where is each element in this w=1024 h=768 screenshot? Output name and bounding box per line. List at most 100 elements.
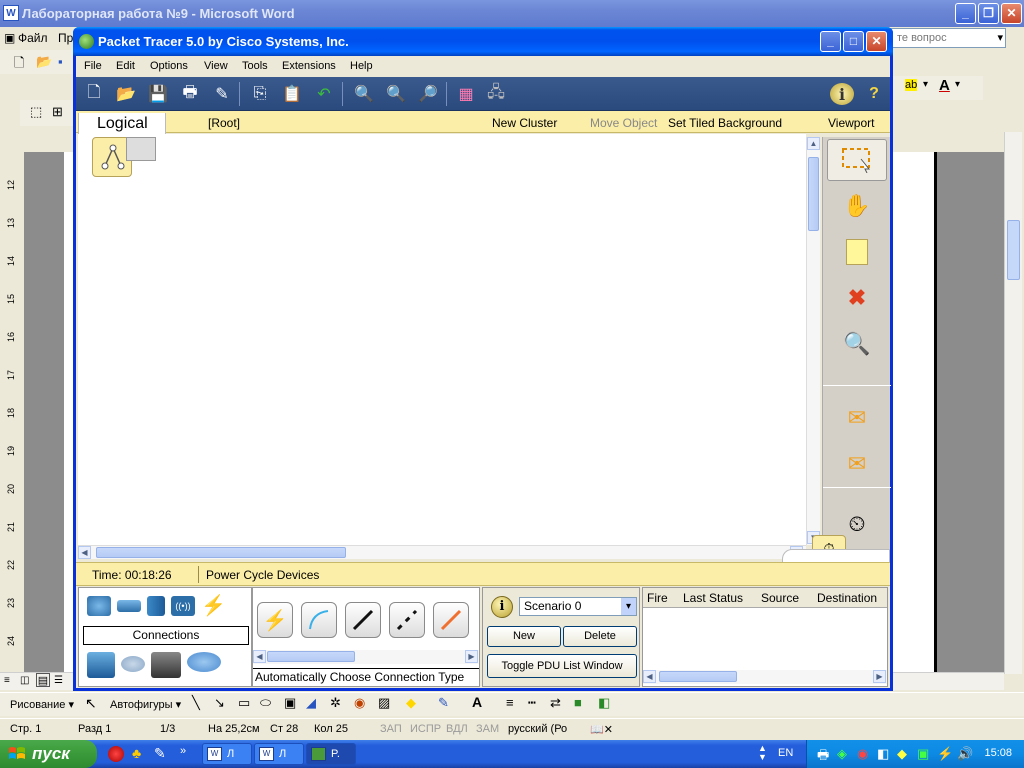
- highlight-icon[interactable]: ab: [905, 79, 918, 91]
- tray-icon[interactable]: ◉: [857, 746, 868, 762]
- device-scroll-thumb[interactable]: [267, 651, 355, 662]
- printer-tray-icon[interactable]: 🖶: [817, 746, 829, 768]
- rectangle-icon[interactable]: ▭: [238, 695, 250, 711]
- custom-device-icon[interactable]: 🖧: [484, 83, 508, 105]
- drawing-menu[interactable]: Рисование ▾: [10, 698, 74, 711]
- word-menu-edit[interactable]: Пр: [58, 31, 73, 45]
- taskbar-button-word1[interactable]: WЛ: [202, 743, 252, 765]
- autoshapes-menu[interactable]: Автофигуры ▾: [110, 698, 181, 711]
- canvas-horizontal-scrollbar[interactable]: ◀ ▶: [78, 545, 806, 559]
- pdu-list-scrollbar[interactable]: ◀ ▶: [643, 670, 887, 684]
- arrow-style-icon[interactable]: ⇄: [550, 695, 561, 711]
- wordart-icon[interactable]: ◢: [306, 695, 316, 711]
- line-icon[interactable]: ╲: [192, 695, 200, 711]
- oval-icon[interactable]: ⬭: [260, 695, 271, 711]
- end-devices-icon[interactable]: [87, 652, 115, 678]
- taskbar-button-word2[interactable]: WЛ: [254, 743, 304, 765]
- device-scroll-left-arrow[interactable]: ◀: [253, 650, 266, 663]
- grid-icon[interactable]: ⊞: [52, 104, 63, 120]
- canvas-vscroll-thumb[interactable]: [808, 157, 819, 231]
- scroll-up-arrow[interactable]: ▲: [807, 137, 820, 150]
- device-scroll-right-arrow[interactable]: ▶: [465, 650, 478, 663]
- word-vertical-scrollbar[interactable]: [1004, 132, 1022, 674]
- new-file-icon[interactable]: 🗋: [82, 83, 106, 105]
- word-menu-file[interactable]: Файл: [18, 31, 48, 45]
- pt-menu-options[interactable]: Options: [150, 60, 188, 72]
- taskbar-button-packet-tracer[interactable]: P.: [306, 743, 356, 765]
- delete-scenario-button[interactable]: Delete: [563, 626, 637, 647]
- new-cluster-button[interactable]: New Cluster: [492, 116, 557, 130]
- save-file-icon[interactable]: 💾: [146, 83, 170, 105]
- select-tool-icon[interactable]: [827, 139, 887, 181]
- pdu-col-source[interactable]: Source: [761, 591, 799, 605]
- activity-wizard-icon[interactable]: ✎: [210, 83, 234, 105]
- tray-icon[interactable]: ◈: [837, 746, 847, 762]
- textbox-icon[interactable]: ▣: [284, 695, 296, 711]
- tiled-background-button[interactable]: Set Tiled Background: [668, 116, 782, 130]
- status-ovr[interactable]: ЗАМ: [476, 723, 499, 735]
- help-icon[interactable]: ?: [862, 83, 886, 105]
- move-layout-tool-icon[interactable]: ✋: [827, 185, 887, 227]
- zoom-reset-icon[interactable]: 🔍: [384, 83, 408, 105]
- status-rec[interactable]: ЗАП: [380, 723, 402, 735]
- pt-menu-tools[interactable]: Tools: [242, 60, 268, 72]
- pt-menu-edit[interactable]: Edit: [116, 60, 135, 72]
- outline-view-icon[interactable]: ☰: [54, 675, 63, 686]
- delete-tool-icon[interactable]: ✖: [827, 277, 887, 319]
- move-object-button[interactable]: Move Object: [590, 116, 657, 130]
- multiuser-connection-icon[interactable]: [187, 652, 221, 672]
- line-color-icon[interactable]: ✎: [438, 695, 449, 711]
- fiber-cable-icon[interactable]: [433, 602, 469, 638]
- quicklaunch-icon[interactable]: ♣: [132, 745, 141, 761]
- info-icon[interactable]: i: [830, 83, 854, 105]
- select-objects-icon[interactable]: ⬚: [30, 104, 42, 120]
- word-close-button[interactable]: ✕: [1001, 3, 1022, 24]
- 3d-icon[interactable]: ◧: [598, 695, 610, 711]
- paste-icon[interactable]: 📋: [280, 83, 304, 105]
- language-indicator[interactable]: EN: [778, 747, 793, 759]
- power-cycle-button[interactable]: Power Cycle Devices: [206, 568, 319, 582]
- word-minimize-button[interactable]: _: [955, 3, 976, 24]
- wan-emulation-icon[interactable]: [121, 656, 145, 672]
- tray-icon[interactable]: ◧: [877, 746, 889, 762]
- quicklaunch-more-icon[interactable]: »: [180, 745, 186, 757]
- switches-icon[interactable]: [117, 600, 141, 612]
- pdu-scroll-right-arrow[interactable]: ▶: [873, 670, 886, 683]
- pdu-scroll-left-arrow[interactable]: ◀: [643, 670, 656, 683]
- copy-icon[interactable]: ⎘: [248, 83, 272, 105]
- pt-menu-file[interactable]: File: [84, 60, 102, 72]
- quicklaunch-icon[interactable]: ✎: [154, 745, 166, 762]
- taskbar-scroll-icon[interactable]: ▲ ▼: [758, 744, 767, 762]
- zoom-in-icon[interactable]: 🔍: [352, 83, 376, 105]
- add-simple-pdu-icon[interactable]: ✉: [827, 397, 887, 439]
- tray-icon[interactable]: ◆: [897, 746, 907, 762]
- device-list-scrollbar[interactable]: ◀ ▶: [253, 650, 479, 664]
- pt-menu-view[interactable]: View: [204, 60, 228, 72]
- word-help-search[interactable]: те вопрос: [890, 28, 1006, 48]
- line-style-icon[interactable]: ≡: [506, 695, 514, 710]
- new-scenario-button[interactable]: New: [487, 626, 561, 647]
- shadow-icon[interactable]: ■: [574, 695, 582, 710]
- draw-font-color-icon[interactable]: A: [472, 694, 482, 710]
- pt-minimize-button[interactable]: _: [820, 31, 841, 52]
- pt-close-button[interactable]: ✕: [866, 31, 887, 52]
- cluster-icon[interactable]: [126, 137, 156, 161]
- open-icon[interactable]: 📂: [36, 54, 52, 70]
- word-vscroll-thumb[interactable]: [1007, 220, 1020, 280]
- hubs-icon[interactable]: [147, 596, 165, 616]
- spelling-status-icon[interactable]: 📖✕: [590, 723, 613, 736]
- print-icon[interactable]: 🖶: [178, 83, 202, 105]
- fill-color-icon[interactable]: ◆: [406, 695, 416, 711]
- font-color-dropdown-icon[interactable]: ▾: [955, 79, 960, 90]
- toggle-pdu-list-button[interactable]: Toggle PDU List Window: [487, 654, 637, 678]
- dash-style-icon[interactable]: ┅: [528, 695, 536, 711]
- arrow-icon[interactable]: ↘: [214, 695, 225, 711]
- inspect-tool-icon[interactable]: 🔍: [827, 323, 887, 365]
- canvas-vertical-scrollbar[interactable]: ▲ ▼: [806, 137, 820, 545]
- auto-connection-icon[interactable]: ⚡: [257, 602, 293, 638]
- viewport-button[interactable]: Viewport: [828, 116, 874, 130]
- custom-made-devices-icon[interactable]: [151, 652, 181, 678]
- picture-icon[interactable]: ▨: [378, 695, 390, 711]
- open-file-icon[interactable]: 📂: [114, 83, 138, 105]
- scenario-info-icon[interactable]: i: [491, 596, 513, 618]
